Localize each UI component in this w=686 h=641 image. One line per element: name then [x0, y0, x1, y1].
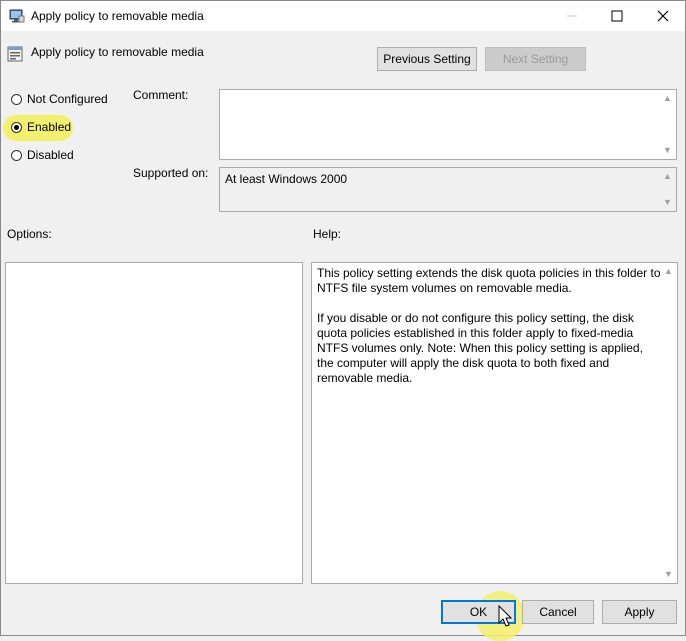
title-bar[interactable]: Apply policy to removable media — [1, 1, 685, 31]
policy-dialog: Apply policy to removable media Apply po… — [0, 0, 686, 641]
radio-disabled-indicator[interactable] — [11, 149, 22, 161]
minimize-button[interactable] — [550, 1, 594, 31]
mouse-pointer-icon — [498, 605, 513, 627]
scroll-down-icon[interactable]: ▼ — [663, 198, 672, 207]
cancel-button[interactable]: Cancel — [522, 600, 594, 624]
maximize-icon — [611, 10, 623, 22]
comment-scrollbar[interactable]: ▲ ▼ — [659, 90, 676, 159]
supported-on-value: At least Windows 2000 — [225, 172, 348, 186]
supported-scrollbar[interactable]: ▲ ▼ — [659, 168, 676, 211]
radio-enabled-indicator[interactable] — [11, 121, 22, 133]
supported-on-field[interactable]: At least Windows 2000 ▲ ▼ — [219, 167, 677, 212]
scroll-down-icon[interactable]: ▼ — [663, 146, 672, 155]
options-panel — [5, 262, 303, 584]
apply-button[interactable]: Apply — [602, 600, 677, 624]
comment-label: Comment: — [133, 88, 189, 102]
window-title: Apply policy to removable media — [31, 9, 204, 23]
options-label: Options: — [7, 227, 52, 241]
policy-name: Apply policy to removable media — [31, 45, 204, 59]
close-icon — [657, 10, 669, 22]
policy-setting-icon — [7, 46, 23, 62]
scroll-up-icon[interactable]: ▲ — [663, 172, 672, 181]
scroll-down-icon[interactable]: ▼ — [664, 570, 673, 579]
scroll-up-icon[interactable]: ▲ — [663, 94, 672, 103]
supported-on-label: Supported on: — [133, 166, 209, 180]
scroll-up-icon[interactable]: ▲ — [664, 267, 673, 276]
help-panel[interactable]: This policy setting extends the disk quo… — [311, 262, 678, 584]
comment-field[interactable]: ▲ ▼ — [219, 89, 677, 160]
radio-not-configured-indicator[interactable] — [11, 93, 22, 105]
next-setting-button[interactable]: Next Setting — [485, 47, 586, 71]
maximize-button[interactable] — [595, 1, 639, 31]
radio-disabled[interactable]: Disabled — [11, 145, 74, 165]
help-label: Help: — [313, 227, 342, 241]
policy-editor-icon — [9, 9, 25, 23]
minimize-icon — [567, 15, 577, 17]
close-button[interactable] — [641, 1, 685, 31]
previous-setting-button[interactable]: Previous Setting — [377, 47, 477, 71]
help-scrollbar[interactable]: ▲ ▼ — [660, 263, 677, 583]
radio-enabled-label: Enabled — [27, 120, 72, 134]
help-text: This policy setting extends the disk quo… — [317, 266, 661, 385]
radio-not-configured-label: Not Configured — [27, 92, 108, 106]
radio-not-configured[interactable]: Not Configured — [11, 89, 108, 109]
radio-disabled-label: Disabled — [27, 148, 74, 162]
radio-enabled[interactable]: Enabled — [11, 117, 71, 137]
